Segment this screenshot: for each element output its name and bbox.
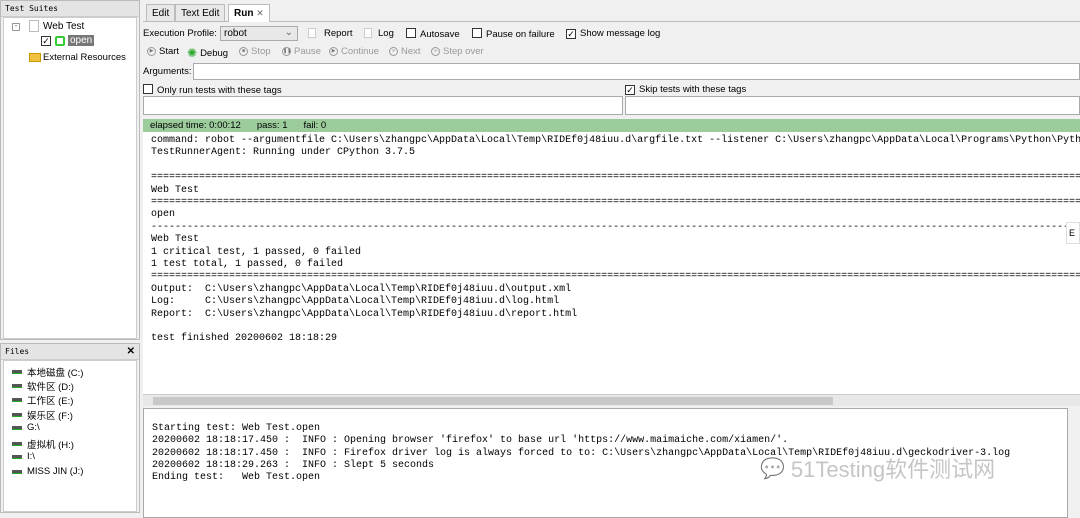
drive-item[interactable]: I:\ bbox=[12, 451, 35, 462]
watermark: 💬 51Testing软件测试网 bbox=[760, 457, 996, 482]
log-button[interactable]: Log bbox=[378, 28, 394, 39]
drive-icon bbox=[12, 413, 22, 417]
collapse-icon[interactable]: - bbox=[12, 23, 20, 31]
log-line: Web Test bbox=[151, 234, 200, 246]
pause-button[interactable]: ❚❚ Pause bbox=[282, 46, 321, 57]
drive-item[interactable]: 软件区 (D:) bbox=[12, 379, 74, 393]
robot-icon bbox=[55, 36, 65, 46]
drive-icon bbox=[12, 398, 22, 402]
log-line: ========================================… bbox=[151, 196, 1080, 208]
test-suites-panel: Test Suites - Web Test ✓ open External R… bbox=[0, 0, 140, 340]
drive-item[interactable]: 虚拟机 (H:) bbox=[12, 437, 74, 451]
drive-item[interactable]: MISS JIN (J:) bbox=[12, 466, 83, 477]
wechat-icon: 💬 bbox=[760, 457, 785, 480]
external-resources[interactable]: External Resources bbox=[43, 52, 126, 63]
next-icon: » bbox=[389, 47, 398, 56]
next-button[interactable]: » Next bbox=[389, 46, 421, 57]
step-over-icon: » bbox=[431, 47, 440, 56]
horizontal-scrollbar[interactable] bbox=[143, 394, 1080, 406]
log-line: open bbox=[151, 209, 176, 221]
arguments-label: Arguments: bbox=[143, 66, 192, 77]
tab-edit[interactable]: Edit bbox=[146, 4, 176, 21]
drive-icon bbox=[12, 454, 22, 459]
show-message-log-checkbox[interactable]: ✓ Show message log bbox=[566, 28, 660, 39]
log-line: command: robot --argumentfile C:\Users\z… bbox=[151, 135, 1080, 146]
drive-list: 本地磁盘 (C:) 软件区 (D:) 工作区 (E:) 娱乐区 (F:) G:\… bbox=[3, 360, 137, 512]
panel-title: Test Suites bbox=[1, 1, 139, 17]
drive-icon bbox=[12, 370, 22, 374]
skip-tags-checkbox[interactable]: ✓ Skip tests with these tags bbox=[625, 84, 746, 95]
drive-item[interactable]: 工作区 (E:) bbox=[12, 393, 73, 407]
test-checkbox[interactable]: ✓ bbox=[41, 36, 51, 46]
drive-icon bbox=[12, 384, 22, 388]
profile-select[interactable]: robot ⌄ bbox=[220, 26, 298, 41]
tab-text-edit[interactable]: Text Edit bbox=[175, 4, 226, 21]
drive-item[interactable]: 娱乐区 (F:) bbox=[12, 408, 73, 422]
drive-icon bbox=[12, 425, 22, 430]
side-button[interactable]: E bbox=[1066, 222, 1080, 244]
only-run-tags-checkbox[interactable]: Only run tests with these tags bbox=[143, 84, 282, 96]
log-line: Starting test: Web Test.open bbox=[152, 423, 321, 434]
fail-count: fail: 0 bbox=[303, 120, 327, 131]
pass-count: pass: 1 bbox=[256, 120, 288, 131]
output-area: command: robot --argumentfile C:\Users\z… bbox=[143, 132, 1080, 394]
scrollbar-thumb[interactable] bbox=[153, 397, 833, 405]
log-line: 1 test total, 1 passed, 0 failed bbox=[151, 258, 344, 270]
panel-title: Files bbox=[1, 344, 139, 360]
log-line: ----------------------------------------… bbox=[151, 221, 1080, 233]
pause-on-failure-checkbox[interactable]: Pause on failure bbox=[472, 28, 555, 40]
profile-label: Execution Profile: bbox=[143, 28, 217, 39]
log-line: 1 critical test, 1 passed, 0 failed bbox=[151, 246, 362, 258]
pause-icon: ❚❚ bbox=[282, 47, 292, 56]
stop-button[interactable]: ■ Stop bbox=[239, 46, 271, 57]
suite-tree: - Web Test ✓ open External Resources bbox=[3, 17, 137, 339]
skip-tags-input[interactable] bbox=[625, 96, 1080, 115]
log-icon bbox=[364, 28, 372, 38]
status-bar: elapsed time: 0:00:12 pass: 1 fail: 0 bbox=[143, 119, 1080, 132]
log-line: Output: C:\Users\zhangpc\AppData\Local\T… bbox=[151, 283, 572, 295]
log-line: ========================================… bbox=[151, 271, 1080, 283]
tab-run[interactable]: Run ✕ bbox=[228, 4, 270, 22]
log-line: Web Test bbox=[151, 184, 200, 196]
close-icon[interactable]: ✕ bbox=[127, 346, 135, 357]
debug-button[interactable]: ✺ Debug bbox=[187, 46, 228, 60]
start-button[interactable]: ▶ Start bbox=[147, 46, 179, 57]
folder-icon bbox=[29, 53, 41, 62]
drive-icon bbox=[12, 469, 22, 474]
log-line: ========================================… bbox=[151, 172, 1080, 184]
suite-web-test[interactable]: Web Test bbox=[43, 21, 84, 32]
only-run-tags-input[interactable] bbox=[143, 96, 623, 115]
drive-item[interactable]: 本地磁盘 (C:) bbox=[12, 365, 83, 379]
log-line: 20200602 18:18:17.450 : INFO : Opening b… bbox=[152, 435, 789, 447]
continue-button[interactable]: ▶ Continue bbox=[329, 46, 379, 57]
bug-icon: ✺ bbox=[187, 46, 198, 60]
drive-item[interactable]: G:\ bbox=[12, 422, 40, 433]
stop-icon: ■ bbox=[239, 47, 248, 56]
log-line: TestRunnerAgent: Running under CPython 3… bbox=[151, 147, 416, 159]
close-tab-icon[interactable]: ✕ bbox=[256, 8, 264, 18]
log-line: test finished 20200602 18:18:29 bbox=[151, 333, 338, 345]
log-line: Log: C:\Users\zhangpc\AppData\Local\Temp… bbox=[151, 296, 560, 308]
arguments-input[interactable] bbox=[193, 63, 1080, 80]
step-over-button[interactable]: » Step over bbox=[431, 46, 484, 57]
file-icon bbox=[29, 20, 39, 32]
chevron-down-icon: ⌄ bbox=[284, 27, 293, 38]
tab-bar bbox=[143, 0, 1080, 22]
report-button[interactable]: Report bbox=[324, 28, 353, 39]
test-open[interactable]: open bbox=[68, 35, 95, 46]
play-icon: ▶ bbox=[147, 47, 156, 56]
drive-icon bbox=[12, 442, 22, 446]
elapsed-time: elapsed time: 0:00:12 bbox=[150, 120, 241, 131]
autosave-checkbox[interactable]: Autosave bbox=[406, 28, 460, 40]
log-line: Report: C:\Users\zhangpc\AppData\Local\T… bbox=[151, 308, 578, 320]
continue-icon: ▶ bbox=[329, 47, 338, 56]
report-icon bbox=[308, 28, 316, 38]
files-panel: Files ✕ 本地磁盘 (C:) 软件区 (D:) 工作区 (E:) 娱乐区 … bbox=[0, 343, 140, 513]
output-text: command: robot --argumentfile C:\Users\z… bbox=[151, 135, 1080, 346]
